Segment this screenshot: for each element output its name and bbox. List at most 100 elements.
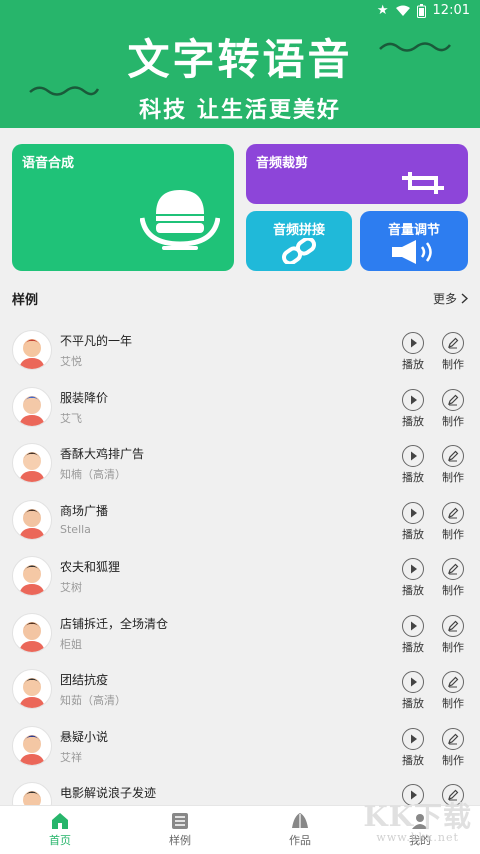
- play-icon: [411, 621, 417, 630]
- play-button[interactable]: 播放: [400, 445, 426, 485]
- list-item[interactable]: 悬疑小说艾祥 播放 制作: [0, 718, 480, 774]
- make-button[interactable]: 制作: [440, 558, 466, 598]
- audio-join-card[interactable]: 音频拼接: [246, 211, 352, 271]
- list-item[interactable]: 商场广播 Stella 播放 制作: [0, 492, 480, 548]
- sample-title: 农夫和狐狸: [60, 560, 121, 574]
- sample-title: 服装降价: [60, 390, 109, 405]
- section-title: 样例: [12, 293, 39, 308]
- list-icon: [172, 813, 188, 829]
- wifi-icon: [395, 5, 410, 16]
- play-button[interactable]: 播放: [400, 614, 426, 655]
- status-bar: ★ 12:01: [0, 0, 480, 22]
- avatar: [12, 330, 52, 370]
- sample-voice: Stella: [60, 522, 91, 536]
- sample-title: 不平凡的一年: [60, 334, 133, 348]
- make-button[interactable]: 制作: [440, 614, 466, 655]
- play-button[interactable]: 播放: [400, 671, 426, 711]
- tab-label: 首页: [49, 834, 71, 847]
- list-item[interactable]: 香酥大鸡排广告 知楠（高清） 播放 制作: [0, 435, 480, 491]
- sample-voice: 知楠（高清）: [60, 468, 126, 481]
- audio-cut-card[interactable]: 音频裁剪: [246, 144, 468, 204]
- sample-title: 电影解说浪子发迹: [60, 786, 157, 800]
- play-button[interactable]: 播放: [400, 388, 426, 429]
- watermark-logo: KK下载 www.kkx.net: [363, 800, 472, 844]
- tab-label: 作品: [289, 834, 311, 847]
- edit-icon: [448, 337, 459, 349]
- sample-voice: 知茹（高清）: [60, 694, 126, 707]
- link-icon: [281, 238, 317, 264]
- hero-title: 文字转语音: [127, 35, 353, 84]
- crop-icon: [402, 172, 444, 194]
- make-button[interactable]: 制作: [440, 501, 466, 542]
- edit-icon: [448, 507, 459, 518]
- chevron-right-icon: [461, 293, 468, 304]
- works-icon: [292, 813, 308, 828]
- play-button[interactable]: 播放: [400, 558, 426, 598]
- list-item[interactable]: 团结抗疫知茹（高清） 播放 制作: [0, 661, 480, 717]
- status-time: 12:01: [432, 3, 470, 18]
- sample-voice: 艾树: [60, 581, 82, 594]
- microphone-icon: [140, 190, 220, 250]
- avatar: [12, 443, 52, 483]
- card-label: 音频裁剪: [256, 156, 309, 171]
- card-label: 语音合成: [22, 156, 75, 171]
- volume-adjust-card[interactable]: 音量调节: [360, 211, 468, 271]
- sample-voice: 艾悦: [60, 355, 82, 368]
- list-item[interactable]: 农夫和狐狸艾树 播放 制作: [0, 548, 480, 604]
- sample-voice: 艾飞: [60, 411, 82, 425]
- play-button[interactable]: 播放: [400, 727, 426, 768]
- more-link[interactable]: 更多: [433, 290, 468, 307]
- sample-title: 商场广播: [60, 503, 109, 518]
- sample-title: 香酥大鸡排广告: [60, 447, 145, 461]
- edit-icon: [448, 450, 459, 462]
- make-button[interactable]: 制作: [440, 332, 466, 372]
- play-button[interactable]: 播放: [400, 501, 426, 542]
- hero-slogan: 科技 让生活更美好: [139, 97, 341, 123]
- play-icon: [411, 734, 417, 743]
- tab-label: 样例: [169, 834, 191, 847]
- tab-home[interactable]: 首页: [20, 810, 100, 848]
- edit-icon: [448, 563, 459, 575]
- speaker-icon: [392, 240, 432, 264]
- samples-section-header: 样例 更多: [12, 286, 468, 310]
- avatar: [12, 782, 52, 805]
- tab-works[interactable]: 作品: [260, 810, 340, 848]
- make-button[interactable]: 制作: [440, 671, 466, 711]
- sample-title: 悬疑小说: [60, 729, 109, 744]
- battery-icon: [416, 3, 426, 18]
- card-label: 音量调节: [387, 223, 440, 238]
- edit-icon: [448, 620, 459, 631]
- avatar: [12, 499, 52, 540]
- make-button[interactable]: 制作: [440, 445, 466, 485]
- list-item[interactable]: 服装降价艾飞 播放 制作: [0, 379, 480, 435]
- edit-icon: [448, 676, 459, 688]
- sample-list: 不平凡的一年 艾悦 播放 制作 服装降价 艾飞 播放 制作 香酥大鸡排广告 知楠（高清） 播放 制作商…: [0, 322, 480, 805]
- home-icon: [52, 813, 68, 829]
- edit-icon: [448, 394, 459, 405]
- play-icon: [411, 451, 417, 461]
- play-icon: [411, 338, 417, 348]
- make-button[interactable]: 制作: [440, 727, 466, 768]
- avatar: [12, 669, 52, 709]
- tab-samples[interactable]: 样例: [140, 810, 220, 848]
- list-item[interactable]: 店铺拆迁，全场清仓 柜姐 播放 制作: [0, 605, 480, 661]
- avatar: [12, 386, 52, 427]
- hero-banner: 文字转语音 科技 让生活更美好: [0, 22, 480, 128]
- speech-synthesis-card[interactable]: 语音合成: [12, 144, 234, 271]
- sample-voice: 艾祥: [60, 750, 82, 764]
- sample-title: 店铺拆迁，全场清仓: [60, 616, 169, 631]
- star-icon: ★: [376, 3, 389, 18]
- avatar: [12, 725, 52, 766]
- list-item[interactable]: 不平凡的一年 艾悦 播放 制作: [0, 322, 480, 378]
- edit-icon: [448, 733, 459, 744]
- play-icon: [411, 564, 417, 574]
- card-label: 音频拼接: [272, 223, 325, 238]
- sample-voice: 柜姐: [60, 637, 82, 651]
- avatar: [12, 556, 52, 596]
- sample-title: 团结抗疫: [60, 673, 109, 687]
- play-icon: [411, 508, 417, 517]
- make-button[interactable]: 制作: [440, 388, 466, 429]
- play-icon: [411, 677, 417, 687]
- play-icon: [411, 395, 417, 404]
- play-button[interactable]: 播放: [400, 332, 426, 372]
